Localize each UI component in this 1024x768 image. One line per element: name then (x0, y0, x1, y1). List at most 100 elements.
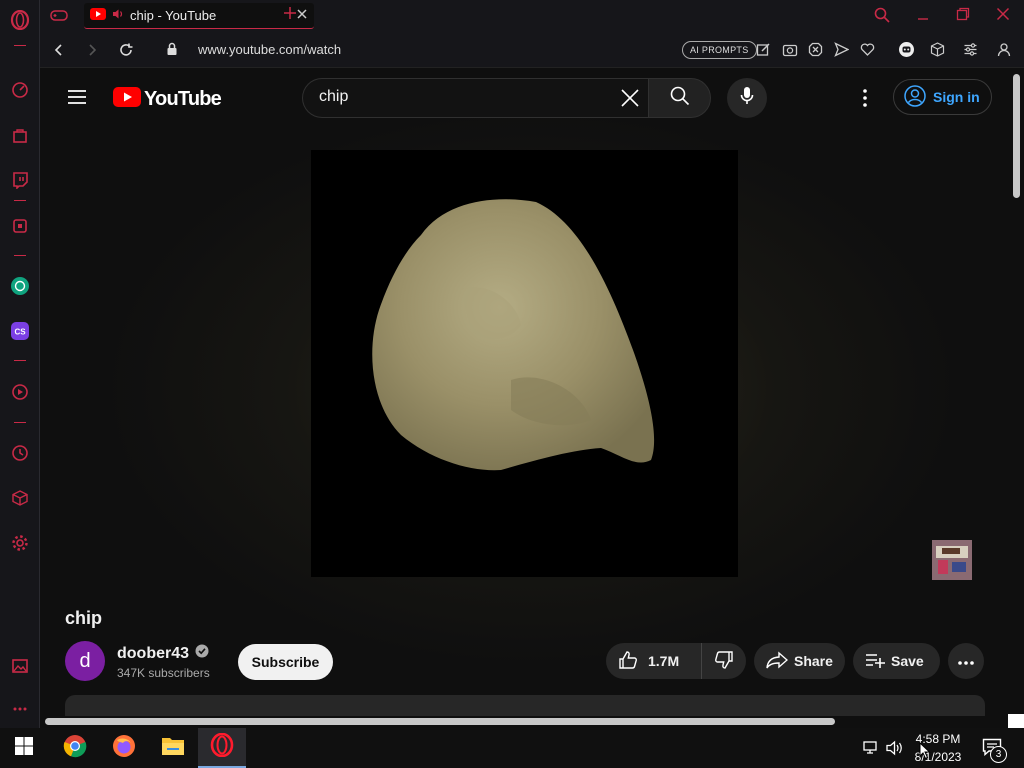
like-button[interactable]: 1.7M (606, 643, 702, 679)
subscriber-count: 347K subscribers (117, 666, 210, 680)
taskbar-opera-active[interactable] (198, 728, 246, 768)
workspaces-icon[interactable] (8, 214, 32, 238)
share-label: Share (794, 653, 833, 669)
taskbar-clock-time[interactable]: 4:58 PM (905, 732, 971, 746)
sidebar-separator (14, 200, 26, 201)
minimize-window-icon[interactable] (916, 7, 930, 26)
subscribe-button[interactable]: Subscribe (238, 644, 333, 680)
player-icon[interactable] (8, 380, 32, 404)
twitch-icon[interactable] (8, 168, 32, 192)
search-input[interactable] (319, 88, 599, 106)
tab-youtube-chip[interactable]: chip - YouTube (84, 3, 314, 29)
taskbar-clock-date[interactable]: 8/1/2023 (905, 750, 971, 764)
save-playlist-add-icon (865, 652, 885, 671)
ai-prompts-button[interactable]: AI PROMPTS (682, 41, 757, 59)
notification-count-badge: 3 (990, 746, 1007, 763)
easy-setup-sliders-icon[interactable] (963, 42, 978, 62)
channel-avatar[interactable]: d (65, 641, 105, 681)
network-icon[interactable] (862, 740, 880, 761)
send-arrow-icon[interactable] (834, 42, 850, 62)
taskbar-chrome[interactable] (51, 728, 99, 768)
dislike-button[interactable] (702, 643, 746, 679)
taskbar-firefox[interactable] (100, 728, 148, 768)
ad-block-icon[interactable] (808, 42, 823, 62)
volume-speaker-icon[interactable] (886, 740, 904, 761)
history-icon[interactable] (8, 441, 32, 465)
windows-taskbar: 4:58 PM 8/1/2023 3 (0, 728, 1024, 768)
sidebar-separator (14, 255, 26, 256)
firefox-icon (112, 734, 136, 763)
horizontal-scrollbar[interactable] (41, 716, 1010, 728)
more-dots-icon[interactable] (8, 697, 32, 721)
start-button[interactable] (0, 728, 48, 768)
more-actions-button[interactable] (948, 643, 984, 679)
close-tab-icon[interactable] (296, 7, 308, 25)
video-title: chip (65, 608, 103, 628)
chatgpt-icon[interactable] (8, 274, 32, 298)
new-tab-plus-icon[interactable] (283, 6, 297, 25)
audio-playing-icon[interactable] (112, 7, 124, 25)
bookmark-heart-icon[interactable] (860, 42, 875, 62)
opera-sidebar: CS (0, 0, 40, 728)
settings-gear-icon[interactable] (8, 531, 32, 555)
address-bar: www.youtube.com/watch AI PROMPTS (40, 32, 1024, 68)
snapshot-camera-icon[interactable] (782, 42, 798, 62)
mouse-cursor-icon (919, 741, 931, 765)
restore-window-icon[interactable] (956, 7, 970, 26)
more-horizontal-icon (957, 653, 975, 669)
game-controller-icon[interactable] (50, 7, 68, 28)
chrome-icon (63, 734, 87, 763)
forward-arrow-icon[interactable] (85, 43, 99, 62)
extensions-cube-icon[interactable] (8, 486, 32, 510)
search-icon (670, 86, 690, 111)
speed-dial-icon[interactable] (8, 78, 32, 102)
sidebar-separator (14, 422, 26, 423)
reload-icon[interactable] (118, 42, 134, 63)
taskbar-file-explorer[interactable] (149, 728, 197, 768)
share-button[interactable]: Share (754, 643, 845, 679)
tab-title: chip - YouTube (130, 8, 217, 23)
thumbs-up-icon (618, 650, 638, 673)
shopping-bag-icon[interactable] (8, 123, 32, 147)
back-arrow-icon[interactable] (52, 43, 66, 62)
vertical-scrollbar[interactable] (1010, 68, 1024, 716)
secure-lock-icon[interactable] (166, 42, 178, 61)
url-field[interactable]: www.youtube.com/watch (198, 42, 341, 57)
save-button[interactable]: Save (853, 643, 940, 679)
microphone-icon (740, 86, 754, 111)
sidebar-separator (14, 45, 26, 46)
youtube-page: YouTube Sign in (41, 68, 1010, 716)
close-window-icon[interactable] (996, 7, 1010, 26)
share-arrow-icon (766, 650, 789, 672)
chatsonic-icon[interactable]: CS (8, 319, 32, 343)
profile-person-icon[interactable] (997, 42, 1011, 62)
youtube-favicon-icon (90, 7, 106, 25)
opera-logo-icon[interactable] (8, 8, 32, 32)
like-dislike-group: 1.7M (606, 643, 746, 679)
channel-name-row[interactable]: doober43 (117, 644, 209, 663)
save-label: Save (891, 653, 924, 669)
scrollbar-corner (1008, 714, 1024, 728)
video-frame-chip-image (372, 199, 655, 471)
horizontal-scroll-thumb[interactable] (45, 718, 835, 725)
like-count: 1.7M (648, 653, 680, 669)
image-gallery-icon[interactable] (8, 654, 32, 678)
extensions-box-icon[interactable] (930, 42, 945, 62)
sign-in-label: Sign in (933, 89, 980, 105)
sidebar-separator (14, 360, 26, 361)
tab-bar: chip - YouTube (40, 0, 1024, 32)
channel-name[interactable]: doober43 (117, 645, 189, 663)
folder-icon (161, 735, 185, 762)
edit-pen-icon[interactable] (756, 42, 771, 62)
vertical-scroll-thumb[interactable] (1013, 74, 1020, 198)
description-box[interactable] (65, 695, 985, 716)
windows-logo-icon (14, 736, 34, 761)
thumbs-down-icon (714, 650, 734, 673)
hamburger-menu-icon[interactable] (67, 88, 87, 111)
svg-text:CS: CS (14, 328, 26, 337)
tab-search-icon[interactable] (874, 7, 890, 28)
video-player[interactable] (311, 150, 738, 577)
miniplayer-thumbnail[interactable] (932, 540, 972, 580)
aria-ai-icon[interactable] (898, 41, 915, 63)
opera-icon (210, 732, 234, 762)
